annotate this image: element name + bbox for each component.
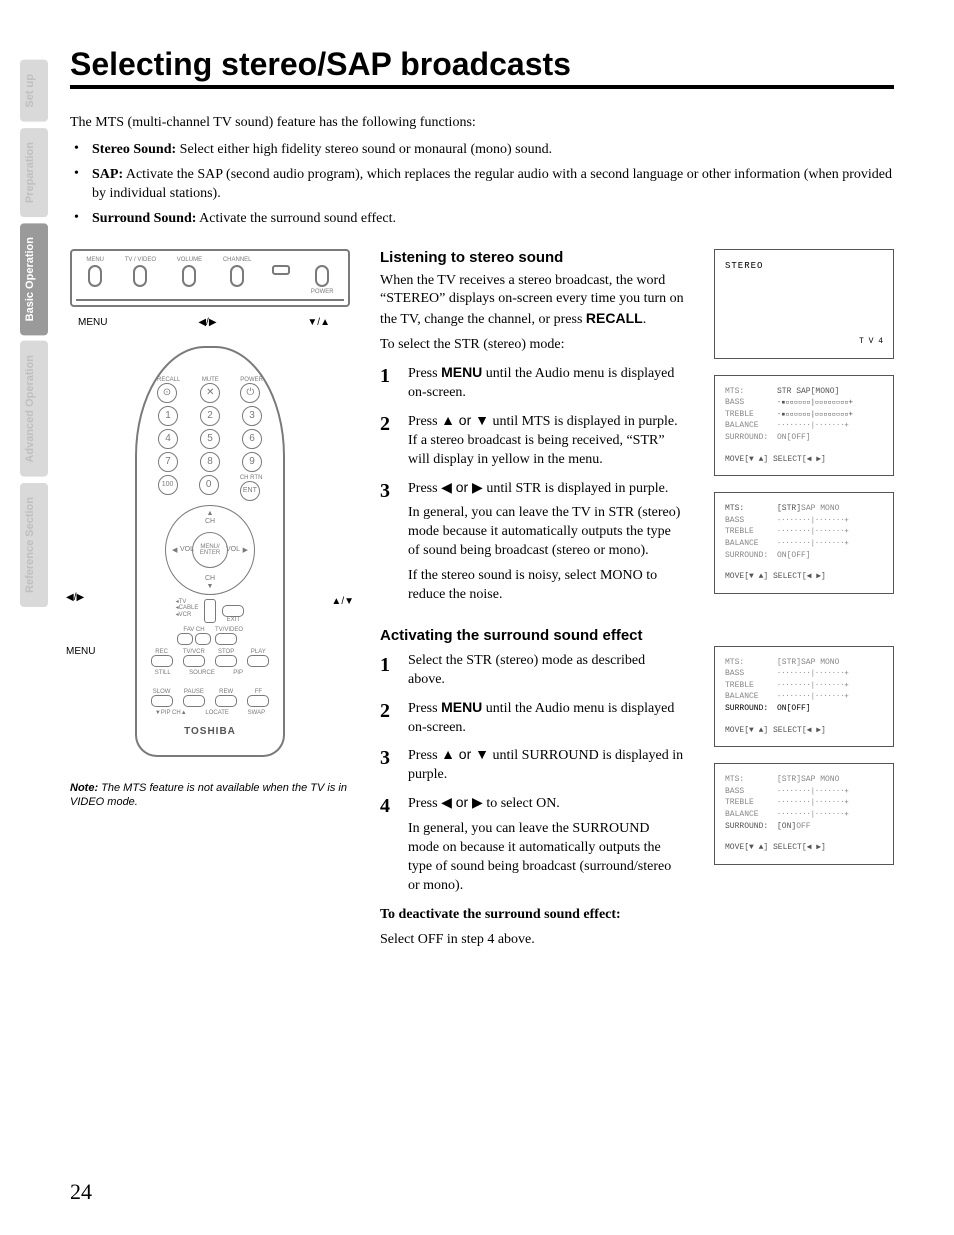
- step: 3Press ▲ or ▼ until SURROUND is displaye…: [380, 745, 684, 785]
- callout-menu: MENU: [66, 646, 95, 657]
- intro-text: The MTS (multi-channel TV sound) feature…: [70, 115, 894, 131]
- osd-audio-menu: MTS: STR SAP[MONO] BASS-▪▫▫▫▫▫▫|▫▫▫▫▫▫▫▫…: [714, 375, 894, 477]
- subhead-stereo: Listening to stereo sound: [380, 249, 684, 266]
- deactivate-body: Select OFF in step 4 above.: [380, 931, 684, 950]
- step: 1Press MENU until the Audio menu is disp…: [380, 363, 684, 403]
- osd-audio-menu: MTS:[STR]SAP MONO BASS-·······|·······+ …: [714, 646, 894, 748]
- callout-lr: ◀/▶: [198, 317, 216, 328]
- lead-text: To select the STR (stereo) mode:: [380, 336, 684, 355]
- deactivate-head: To deactivate the surround sound effect:: [380, 907, 621, 922]
- note-text: Note: The MTS feature is not available w…: [70, 781, 350, 810]
- callout-menu: MENU: [78, 317, 107, 328]
- page-title: Selecting stereo/SAP broadcasts: [70, 46, 894, 89]
- dpad: ▲ CH ◀ VOL ▶ VOL CH ▼ MENU/ ENTER: [165, 505, 255, 595]
- diagram-column: MENU TV / VIDEO VOLUME CHANNEL POWER MEN…: [70, 249, 350, 956]
- side-tabs: Set up Preparation Basic Operation Advan…: [20, 60, 48, 607]
- tv-panel-diagram: MENU TV / VIDEO VOLUME CHANNEL POWER: [70, 249, 350, 307]
- bullet-list: • Stereo Sound: Select either high fidel…: [70, 141, 894, 229]
- osd-audio-menu: MTS:[STR]SAP MONO BASS-·······|·······+ …: [714, 492, 894, 594]
- list-item: • SAP: Activate the SAP (second audio pr…: [70, 166, 894, 204]
- step: 2Press MENU until the Audio menu is disp…: [380, 698, 684, 738]
- page-number: 24: [70, 1179, 92, 1205]
- osd-audio-menu: MTS:[STR]SAP MONO BASS-·······|·······+ …: [714, 763, 894, 865]
- tab-preparation: Preparation: [20, 128, 48, 217]
- subhead-surround: Activating the surround sound effect: [380, 627, 684, 644]
- list-item: • Stereo Sound: Select either high fidel…: [70, 141, 894, 160]
- osd-stereo: STEREO T V 4: [714, 249, 894, 359]
- body-column: Listening to stereo sound When the TV re…: [380, 249, 684, 956]
- tab-reference: Reference Section: [20, 483, 48, 607]
- step: 4Press ◀ or ▶ to select ON. In general, …: [380, 793, 684, 895]
- step: 3Press ◀ or ▶ until STR is displayed in …: [380, 478, 684, 605]
- tab-setup: Set up: [20, 60, 48, 122]
- step: 2Press ▲ or ▼ until MTS is displayed in …: [380, 411, 684, 470]
- callout-lr: ◀/▶: [66, 592, 84, 603]
- remote-diagram: RECALL⊙ MUTE✕ POWER⏻ 123 456 789 100 0 C…: [135, 346, 285, 757]
- step: 1Select the STR (stereo) mode as describ…: [380, 652, 684, 690]
- list-item: • Surround Sound: Activate the surround …: [70, 210, 894, 229]
- callout-ud: ▲/▼: [331, 596, 354, 607]
- brand-logo: TOSHIBA: [147, 726, 273, 737]
- callout-ud: ▼/▲: [307, 317, 330, 328]
- tab-advanced-operation: Advanced Operation: [20, 341, 48, 477]
- tab-basic-operation: Basic Operation: [20, 223, 48, 335]
- osd-column: STEREO T V 4 MTS: STR SAP[MONO] BASS-▪▫▫…: [714, 249, 894, 956]
